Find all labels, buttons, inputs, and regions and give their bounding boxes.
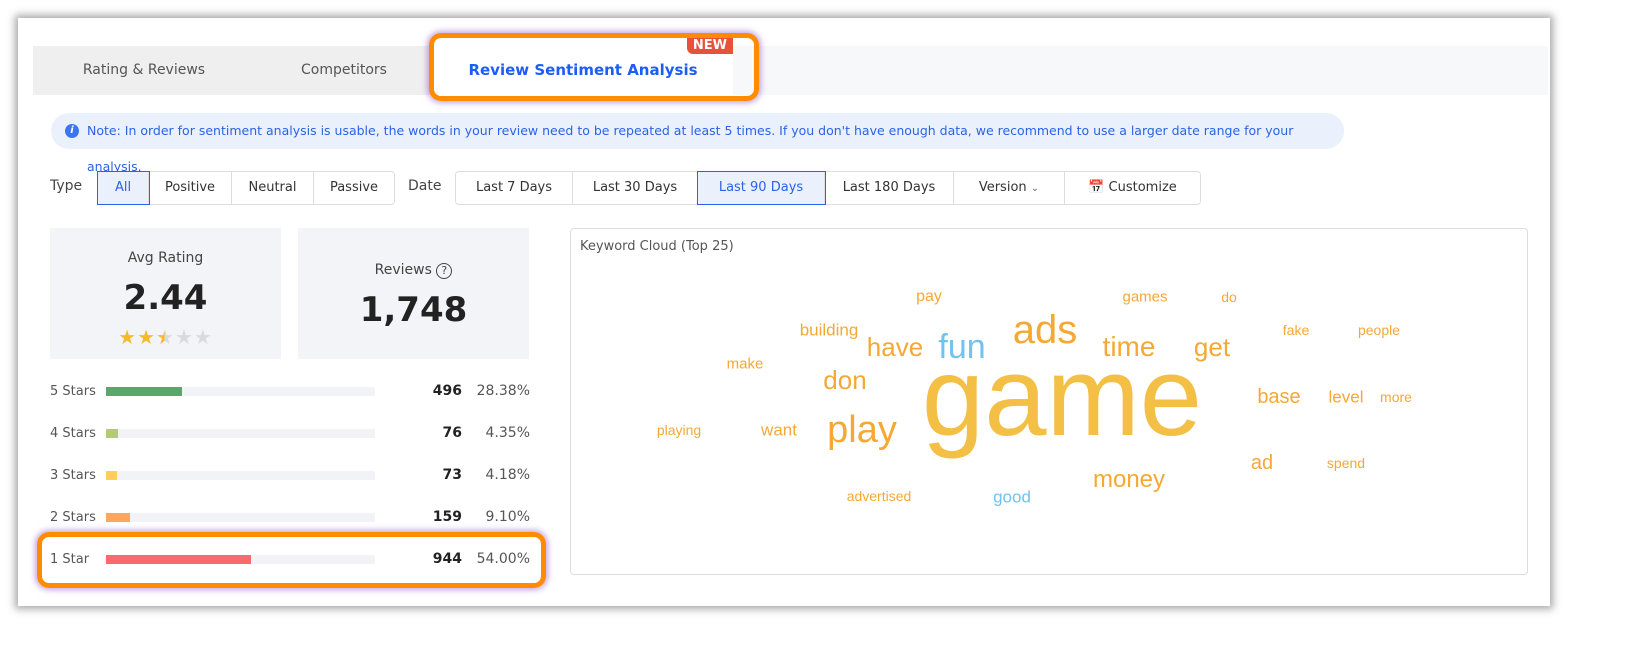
star-icon: ★ — [118, 325, 138, 349]
keyword-pay[interactable]: pay — [916, 289, 942, 305]
keyword-game[interactable]: game — [922, 341, 1202, 453]
date-last-90[interactable]: Last 90 Days — [697, 171, 826, 205]
row-count: 73 — [442, 467, 462, 483]
keyword-cloud: Keyword Cloud (Top 25) pay games do buildin… — [570, 228, 1528, 575]
rating-row: 2 Stars 159 9.10% — [50, 508, 530, 528]
keyword-make[interactable]: make — [727, 357, 764, 372]
content: i Note: In order for sentiment analysis i… — [33, 95, 1548, 592]
keyword-cloud-title: Keyword Cloud (Top 25) — [580, 239, 734, 254]
row-label: 4 Stars — [50, 426, 96, 441]
date-last-180[interactable]: Last 180 Days — [825, 172, 954, 204]
type-passive[interactable]: Passive — [314, 172, 394, 204]
info-icon: i — [65, 124, 79, 138]
star-icon: ★ — [193, 325, 213, 349]
row-bar-fill — [106, 429, 118, 438]
reviews-card: Reviews ? 1,748 — [298, 228, 529, 359]
calendar-icon: 📅 — [1088, 180, 1105, 195]
keyword-fake[interactable]: fake — [1283, 323, 1309, 337]
row-label: 5 Stars — [50, 384, 96, 399]
keyword-ad[interactable]: ad — [1251, 453, 1273, 473]
tab-competitors[interactable]: Competitors — [255, 46, 433, 95]
row-percent: 4.18% — [485, 467, 530, 483]
reviews-value: 1,748 — [359, 290, 468, 330]
customize-button[interactable]: 📅 Customize — [1065, 172, 1200, 204]
rating-row: 3 Stars 73 4.18% — [50, 466, 530, 486]
row-count: 159 — [432, 509, 462, 525]
row-bar-track — [106, 429, 375, 438]
date-label: Date — [408, 178, 442, 194]
star-icon: ★ — [156, 325, 175, 349]
type-all[interactable]: All — [97, 171, 150, 205]
rating-row: 5 Stars 496 28.38% — [50, 382, 530, 402]
type-filter: All Positive Neutral Passive — [97, 171, 395, 205]
keyword-level[interactable]: level — [1329, 389, 1364, 406]
row-label: 2 Stars — [50, 510, 96, 525]
row-count: 76 — [442, 425, 462, 441]
tab-rating-reviews[interactable]: Rating & Reviews — [33, 46, 255, 95]
avg-rating-label: Avg Rating — [127, 250, 204, 266]
date-filter: Last 7 Days Last 30 Days Last 90 Days La… — [455, 171, 1201, 205]
keyword-have[interactable]: have — [867, 334, 923, 360]
row-percent: 9.10% — [485, 509, 530, 525]
keyword-play[interactable]: play — [827, 411, 897, 449]
keyword-want[interactable]: want — [761, 422, 797, 439]
keyword-do[interactable]: do — [1221, 290, 1237, 304]
keyword-spend[interactable]: spend — [1327, 456, 1365, 470]
star-icon: ★ — [137, 325, 157, 349]
keyword-people[interactable]: people — [1358, 323, 1400, 337]
row-bar-fill — [106, 513, 131, 522]
keyword-money[interactable]: money — [1093, 468, 1165, 492]
keyword-don[interactable]: don — [823, 367, 866, 393]
avg-rating-value: 2.44 — [123, 278, 208, 318]
row-count: 496 — [432, 383, 462, 399]
date-last-7[interactable]: Last 7 Days — [456, 172, 573, 204]
type-neutral[interactable]: Neutral — [232, 172, 314, 204]
customize-label: Customize — [1108, 180, 1177, 195]
row-bar-track — [106, 387, 375, 396]
row-percent: 4.35% — [485, 425, 530, 441]
row-bar-fill — [106, 471, 118, 480]
rating-row: 4 Stars 76 4.35% — [50, 424, 530, 444]
keyword-games[interactable]: games — [1122, 290, 1167, 305]
rating-stars: ★★★★★ — [50, 325, 281, 349]
note-banner: i Note: In order for sentiment analysis i… — [51, 113, 1344, 174]
avg-rating-card: Avg Rating 2.44 ★★★★★ — [50, 228, 281, 359]
version-dropdown[interactable]: Version ⌄ — [954, 172, 1065, 204]
highlight-1-star — [37, 532, 546, 588]
keyword-good[interactable]: good — [993, 489, 1031, 506]
version-label: Version — [978, 180, 1027, 195]
keyword-playing[interactable]: playing — [657, 423, 701, 437]
note-text: Note: In order for sentiment analysis is… — [87, 123, 1294, 174]
reviews-label: Reviews ? — [298, 262, 529, 279]
row-percent: 28.38% — [476, 383, 530, 399]
chevron-down-icon: ⌄ — [1030, 183, 1040, 194]
row-bar-fill — [106, 387, 183, 396]
type-label: Type — [50, 178, 83, 194]
reviews-label-text: Reviews — [374, 262, 432, 278]
highlight-tab — [429, 33, 759, 101]
type-positive[interactable]: Positive — [149, 172, 232, 204]
help-icon[interactable]: ? — [436, 263, 453, 279]
star-icon: ★ — [174, 325, 194, 349]
row-bar-track — [106, 471, 375, 480]
keyword-building[interactable]: building — [800, 322, 859, 339]
row-label: 3 Stars — [50, 468, 96, 483]
panel: Rating & Reviews Competitors Review Sent… — [33, 33, 1548, 592]
row-bar-track — [106, 513, 375, 522]
keyword-more[interactable]: more — [1380, 390, 1412, 404]
date-last-30[interactable]: Last 30 Days — [573, 172, 698, 204]
keyword-base[interactable]: base — [1257, 387, 1300, 407]
keyword-advertised[interactable]: advertised — [847, 489, 912, 503]
